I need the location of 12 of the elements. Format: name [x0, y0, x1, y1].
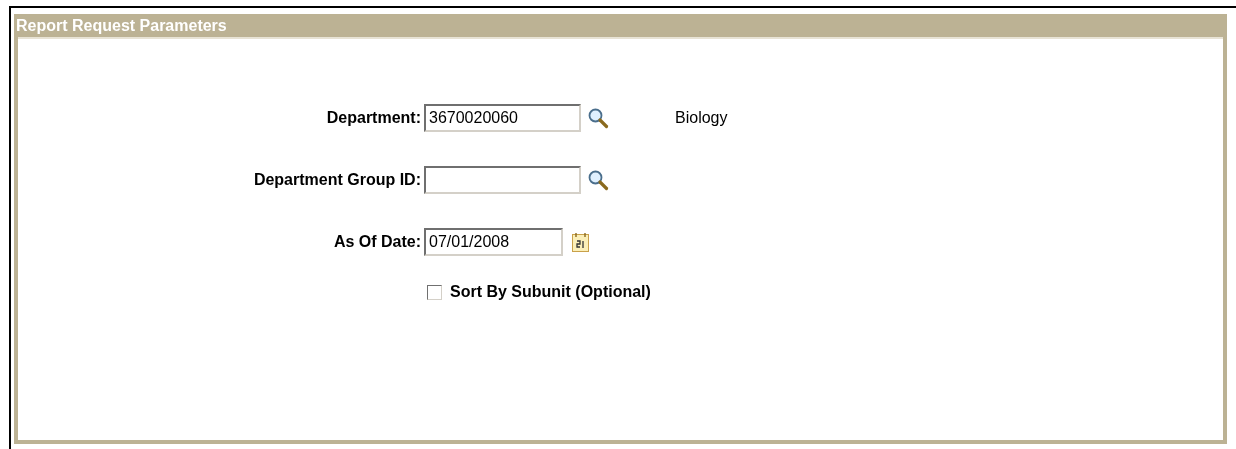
field-label: Department Group ID:	[253, 171, 422, 189]
department-description: Biology	[675, 109, 728, 127]
checkbox-label: Sort By Subunit (Optional)	[450, 283, 651, 301]
input-field[interactable]	[424, 166, 581, 194]
calendar-icon[interactable]	[571, 231, 591, 253]
input-field[interactable]: 07/01/2008	[424, 228, 563, 256]
input-field[interactable]: 3670020060	[424, 104, 581, 132]
search-icon[interactable]	[587, 169, 609, 191]
search-icon[interactable]	[587, 107, 609, 129]
field-label: As Of Date:	[333, 233, 422, 251]
field-label: Department:	[326, 109, 422, 127]
checkbox[interactable]	[427, 284, 442, 300]
